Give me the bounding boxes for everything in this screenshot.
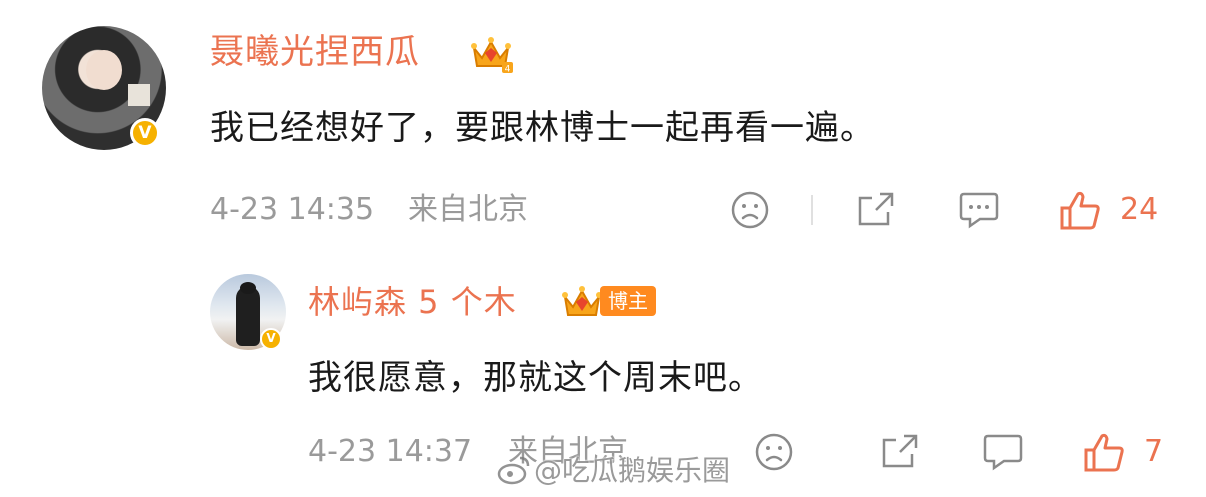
reply-verified-badge-icon: V [260,328,282,350]
comment-text: 我已经想好了，要跟林博士一起再看一遍。 [210,108,875,148]
comment-time: 4-23 14:35 [210,192,375,227]
share-icon[interactable] [856,190,896,230]
comment-icon[interactable] [958,190,1000,230]
blogger-badge: 博主 [600,286,656,316]
reply-like-count: 7 [1144,434,1164,469]
like-icon[interactable] [1058,188,1102,232]
watermark: @吃瓜鹅娱乐圈 [534,454,731,487]
reply-comment-icon[interactable] [982,432,1024,472]
weibo-logo-icon [496,452,532,488]
crown-badge-icon: 4 [468,32,514,75]
svg-text:4: 4 [505,65,511,75]
reply-dislike-icon[interactable] [754,432,794,472]
reply-username[interactable]: 林屿森 5 个木 [308,282,517,322]
divider [811,195,813,225]
comment-location: 来自北京 [408,192,528,227]
reply-text: 我很愿意，那就这个周末吧。 [308,358,763,398]
reply-crown-badge-icon [560,282,604,322]
comment-username[interactable]: 聂曦光捏西瓜 [210,32,420,72]
reply-like-icon[interactable] [1082,430,1126,474]
reply-share-icon[interactable] [880,432,920,472]
dislike-icon[interactable] [730,190,770,230]
like-count: 24 [1120,192,1159,227]
verified-badge-icon: V [130,118,160,148]
reply-time: 4-23 14:37 [308,434,473,469]
